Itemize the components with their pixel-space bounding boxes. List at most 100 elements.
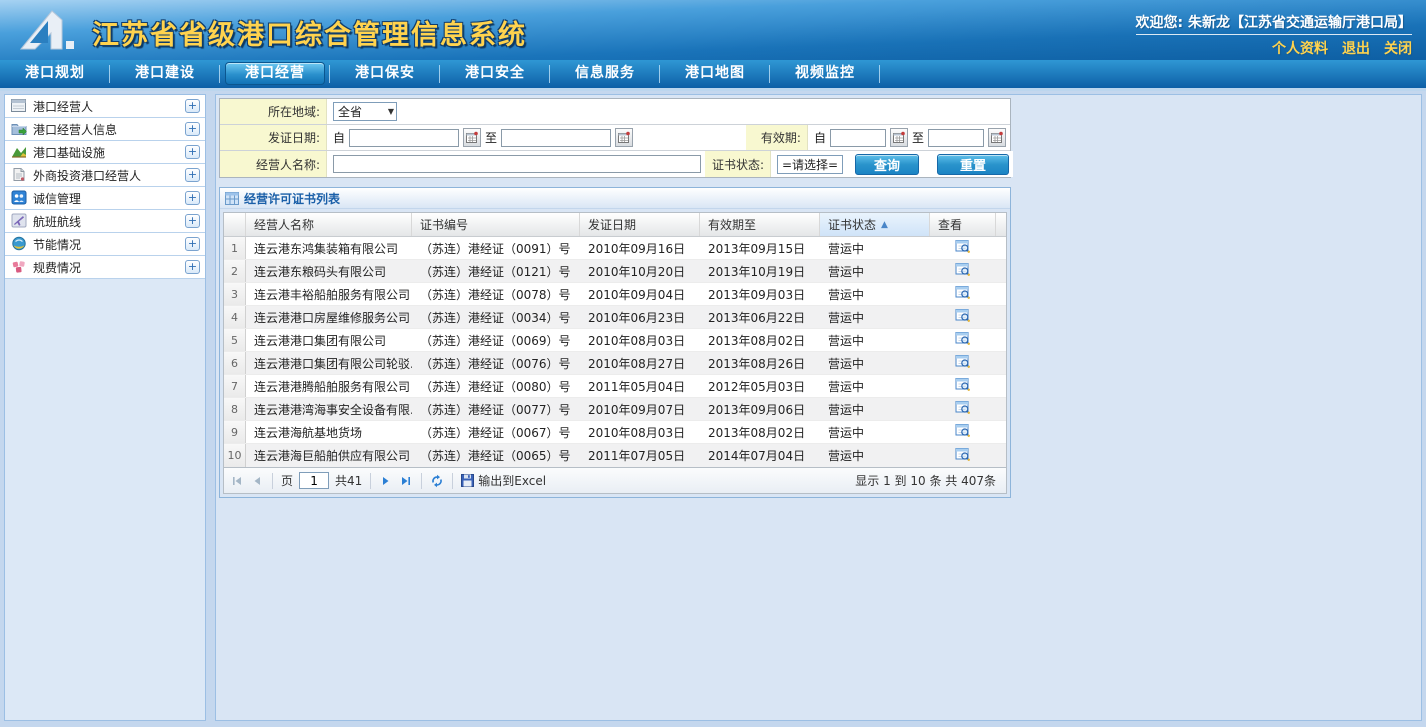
cell-view[interactable] xyxy=(930,237,996,259)
validity-from-input[interactable] xyxy=(830,129,886,147)
to-label: 至 xyxy=(912,129,924,146)
issue-date-from-calendar-button[interactable] xyxy=(463,128,481,147)
cell-view[interactable] xyxy=(930,421,996,443)
cell-view[interactable] xyxy=(930,260,996,282)
list-title-bar: 经营许可证书列表 xyxy=(220,188,1010,209)
operator-name-input[interactable] xyxy=(333,155,701,173)
cell-issue-date: 2010年06月23日 xyxy=(580,306,700,328)
sidebar-item[interactable]: 港口基础设施+ xyxy=(5,141,205,164)
validity-to-calendar-button[interactable] xyxy=(988,128,1006,147)
column-header[interactable]: 有效期至 xyxy=(700,213,820,236)
table-row[interactable]: 8连云港港湾海事安全设备有限...（苏连）港经证（0077）号2010年09月0… xyxy=(224,398,1006,421)
column-header[interactable]: 经营人名称 xyxy=(246,213,412,236)
to-label: 至 xyxy=(485,129,497,146)
validity-from-calendar-button[interactable] xyxy=(890,128,908,147)
expand-button[interactable]: + xyxy=(185,260,200,274)
export-excel-button[interactable]: 输出到Excel xyxy=(461,472,546,489)
sidebar-item[interactable]: 港口经营人信息+ xyxy=(5,118,205,141)
nav-tab-label: 港口地图 xyxy=(665,62,765,85)
validity-to-input[interactable] xyxy=(928,129,984,147)
issue-date-from-input[interactable] xyxy=(349,129,459,147)
cell-view[interactable] xyxy=(930,398,996,420)
expand-button[interactable]: + xyxy=(185,237,200,251)
cell-spacer xyxy=(996,352,1012,374)
cell-spacer xyxy=(996,329,1012,351)
issue-date-to-calendar-button[interactable] xyxy=(615,128,633,147)
column-header[interactable]: 证书状态▲ xyxy=(820,213,930,236)
cell-valid-until: 2013年09月15日 xyxy=(700,237,820,259)
first-page-icon[interactable] xyxy=(230,474,244,488)
table-row[interactable]: 5连云港港口集团有限公司（苏连）港经证（0069）号2010年08月03日201… xyxy=(224,329,1006,352)
nav-tab[interactable]: 港口保安 xyxy=(330,60,440,88)
column-header[interactable]: 查看 xyxy=(930,213,996,236)
cell-issue-date: 2010年08月03日 xyxy=(580,421,700,443)
nav-tab[interactable]: 港口建设 xyxy=(110,60,220,88)
expand-button[interactable]: + xyxy=(185,122,200,136)
table-row[interactable]: 10连云港海巨船舶供应有限公司（苏连）港经证（0065）号2011年07月05日… xyxy=(224,444,1006,467)
row-number: 1 xyxy=(224,237,246,259)
cell-view[interactable] xyxy=(930,283,996,305)
nav-tab[interactable]: 港口经营 xyxy=(220,60,330,88)
cell-view[interactable] xyxy=(930,375,996,397)
prev-page-icon[interactable] xyxy=(250,474,264,488)
expand-button[interactable]: + xyxy=(185,145,200,159)
table-row[interactable]: 6连云港港口集团有限公司轮驳...（苏连）港经证（0076）号2010年08月2… xyxy=(224,352,1006,375)
sidebar-item[interactable]: 诚信管理+ xyxy=(5,187,205,210)
view-icon[interactable] xyxy=(955,331,971,349)
cell-view[interactable] xyxy=(930,306,996,328)
sidebar-item[interactable]: 外商投资港口经营人+ xyxy=(5,164,205,187)
operator-name-label: 经营人名称: xyxy=(220,151,327,177)
sidebar-item[interactable]: 规费情况+ xyxy=(5,256,205,279)
next-page-icon[interactable] xyxy=(379,474,393,488)
view-icon[interactable] xyxy=(955,377,971,395)
refresh-icon[interactable] xyxy=(430,474,444,488)
sidebar-item[interactable]: 节能情况+ xyxy=(5,233,205,256)
sidebar-item[interactable]: 港口经营人+ xyxy=(5,95,205,118)
expand-button[interactable]: + xyxy=(185,168,200,182)
issue-date-to-input[interactable] xyxy=(501,129,611,147)
close-link[interactable]: 关闭 xyxy=(1384,38,1412,58)
nav-tab[interactable]: 信息服务 xyxy=(550,60,660,88)
cert-status-select[interactable]: =请选择= ▼ xyxy=(777,155,843,174)
sidebar-item[interactable]: 航班航线+ xyxy=(5,210,205,233)
nav-tab[interactable]: 港口安全 xyxy=(440,60,550,88)
cell-certificate-status: 营运中 xyxy=(820,398,930,420)
cell-certificate-status: 营运中 xyxy=(820,260,930,282)
view-icon[interactable] xyxy=(955,354,971,372)
column-header[interactable]: 证书编号 xyxy=(412,213,580,236)
view-icon[interactable] xyxy=(955,447,971,465)
view-icon[interactable] xyxy=(955,285,971,303)
table-row[interactable]: 9连云港海航基地货场（苏连）港经证（0067）号2010年08月03日2013年… xyxy=(224,421,1006,444)
table-row[interactable]: 4连云港港口房屋维修服务公司（苏连）港经证（0034）号2010年06月23日2… xyxy=(224,306,1006,329)
view-icon[interactable] xyxy=(955,308,971,326)
cell-view[interactable] xyxy=(930,444,996,467)
nav-tab[interactable]: 港口地图 xyxy=(660,60,770,88)
search-button[interactable]: 查询 xyxy=(855,154,919,175)
last-page-icon[interactable] xyxy=(399,474,413,488)
expand-button[interactable]: + xyxy=(185,99,200,113)
view-icon[interactable] xyxy=(955,239,971,257)
reset-button[interactable]: 重置 xyxy=(937,154,1009,175)
expand-button[interactable]: + xyxy=(185,191,200,205)
profile-link[interactable]: 个人资料 xyxy=(1272,38,1328,58)
cell-view[interactable] xyxy=(930,352,996,374)
logout-link[interactable]: 退出 xyxy=(1342,38,1370,58)
expand-button[interactable]: + xyxy=(185,214,200,228)
table-row[interactable]: 1连云港东鸿集装箱有限公司（苏连）港经证（0091）号2010年09月16日20… xyxy=(224,237,1006,260)
view-icon[interactable] xyxy=(955,423,971,441)
table-row[interactable]: 3连云港丰裕船舶服务有限公司（苏连）港经证（0078）号2010年09月04日2… xyxy=(224,283,1006,306)
view-icon[interactable] xyxy=(955,400,971,418)
cell-issue-date: 2010年08月03日 xyxy=(580,329,700,351)
nav-tab[interactable]: 港口规划 xyxy=(0,60,110,88)
page-number-input[interactable] xyxy=(299,472,329,489)
row-number: 2 xyxy=(224,260,246,282)
column-header[interactable]: 发证日期 xyxy=(580,213,700,236)
region-select[interactable]: 全省 ▼ xyxy=(333,102,397,121)
nav-tab[interactable]: 视频监控 xyxy=(770,60,880,88)
cell-certificate-status: 营运中 xyxy=(820,444,930,467)
cell-view[interactable] xyxy=(930,329,996,351)
view-icon[interactable] xyxy=(955,262,971,280)
table-row[interactable]: 7连云港港腾船舶服务有限公司（苏连）港经证（0080）号2011年05月04日2… xyxy=(224,375,1006,398)
page-title: 江苏省省级港口综合管理信息系统 xyxy=(92,13,527,52)
table-row[interactable]: 2连云港东粮码头有限公司（苏连）港经证（0121）号2010年10月20日201… xyxy=(224,260,1006,283)
